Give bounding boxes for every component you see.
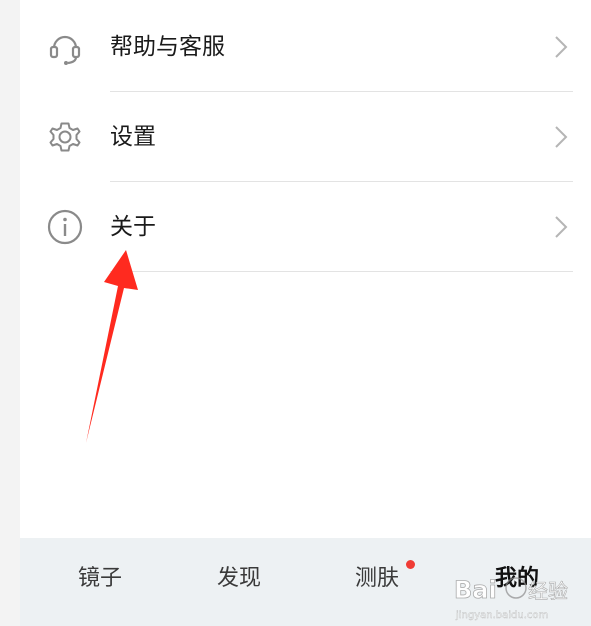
tab-discover[interactable]: 发现 — [217, 564, 261, 594]
settings-screen: 帮助与客服 设置 关于 镜子 发现 测肤 我的 Bai 经验 jingyan.b… — [20, 0, 591, 626]
svg-text:jingyan.baidu.com: jingyan.baidu.com — [455, 610, 548, 621]
tab-mirror[interactable]: 镜子 — [78, 564, 122, 594]
menu-item-label: 设置 — [110, 124, 156, 150]
notification-dot — [406, 560, 415, 569]
divider — [110, 271, 573, 272]
svg-text:经验: 经验 — [528, 579, 568, 603]
info-icon — [47, 209, 83, 245]
chevron-right-icon — [555, 126, 568, 148]
chevron-right-icon — [555, 216, 568, 238]
tab-skin-test[interactable]: 测肤 — [355, 564, 399, 594]
menu-item-help[interactable]: 帮助与客服 — [20, 2, 591, 92]
menu-item-about[interactable]: 关于 — [20, 182, 591, 272]
bottom-tab-bar: 镜子 发现 测肤 我的 Bai 经验 jingyan.baidu.com — [20, 538, 591, 626]
baidu-watermark-logo: Bai 经验 jingyan.baidu.com — [454, 576, 569, 622]
svg-text:Bai: Bai — [454, 576, 497, 604]
chevron-right-icon — [555, 36, 568, 58]
gear-icon — [49, 122, 81, 152]
menu-item-label: 关于 — [110, 214, 156, 240]
headset-icon — [49, 35, 81, 65]
menu-item-settings[interactable]: 设置 — [20, 92, 591, 182]
menu-item-label: 帮助与客服 — [110, 34, 225, 60]
